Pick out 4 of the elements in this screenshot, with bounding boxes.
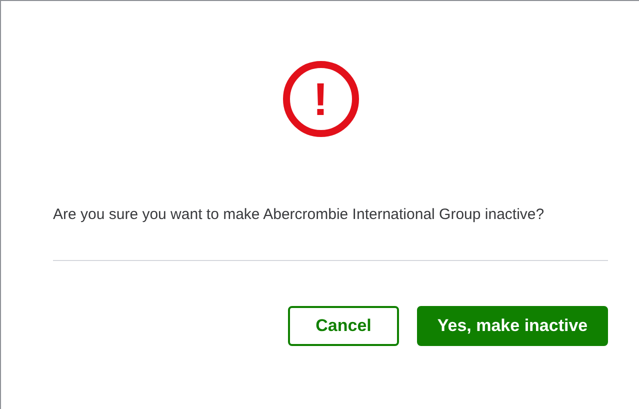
cancel-button[interactable]: Cancel bbox=[288, 306, 399, 346]
confirmation-message: Are you sure you want to make Abercrombie International Group inactive? bbox=[53, 205, 546, 225]
warning-icon: ! bbox=[282, 61, 358, 137]
confirm-button[interactable]: Yes, make inactive bbox=[417, 306, 608, 346]
